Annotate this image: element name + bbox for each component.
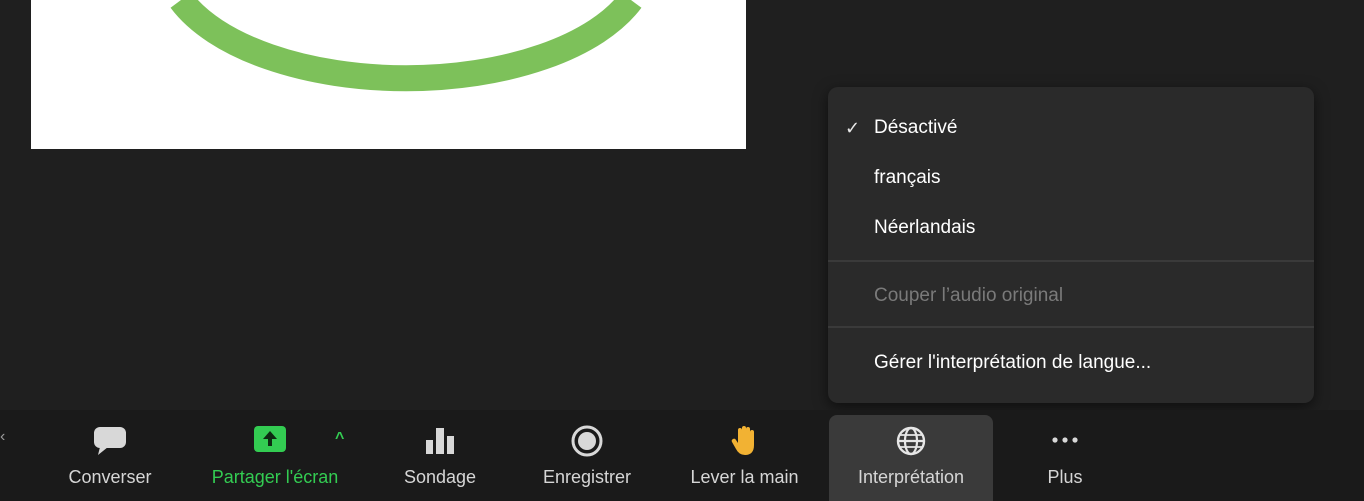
chat-label: Converser xyxy=(68,467,152,487)
record-label: Enregistrer xyxy=(542,467,632,487)
record-icon xyxy=(571,425,603,462)
ellipsis-icon xyxy=(1049,425,1081,460)
toolbar-left-caret-icon[interactable]: ‹ xyxy=(0,428,5,446)
meeting-toolbar: ‹ Converser Partager l'écran ^ Sondage E… xyxy=(0,410,1364,501)
menu-item-label: Désactivé xyxy=(874,117,958,138)
poll-button[interactable]: Sondage xyxy=(385,415,495,501)
menu-item-label: Couper l’audio original xyxy=(874,285,1064,306)
menu-item-label: français xyxy=(874,167,941,188)
chat-button[interactable]: Converser xyxy=(50,415,170,501)
menu-item-dutch[interactable]: Néerlandais xyxy=(828,210,1314,246)
share-options-caret-icon[interactable]: ^ xyxy=(335,430,344,448)
menu-item-off[interactable]: ✓ Désactivé xyxy=(828,110,1314,146)
menu-item-manage-interpretation[interactable]: Gérer l'interprétation de langue... xyxy=(828,345,1314,381)
more-button[interactable]: Plus xyxy=(1015,415,1115,501)
menu-item-label: Gérer l'interprétation de langue... xyxy=(874,352,1152,373)
green-ring-graphic xyxy=(170,0,642,92)
menu-separator xyxy=(828,326,1314,328)
globe-icon xyxy=(895,425,927,462)
menu-item-label: Néerlandais xyxy=(874,217,976,238)
interpretation-menu: ✓ Désactivé français Néerlandais Couper … xyxy=(828,87,1314,403)
checkmark-icon: ✓ xyxy=(845,118,861,138)
raise-hand-button[interactable]: Lever la main xyxy=(672,415,817,501)
raised-hand-icon xyxy=(730,425,760,462)
menu-item-french[interactable]: français xyxy=(828,160,1314,196)
share-screen-arrow-icon xyxy=(253,425,287,458)
poll-label: Sondage xyxy=(403,467,477,487)
bar-chart-icon xyxy=(423,425,457,460)
menu-item-mute-original: Couper l’audio original xyxy=(828,278,1314,314)
meeting-window: ✓ Désactivé français Néerlandais Couper … xyxy=(0,0,1364,501)
interpretation-button[interactable]: Interprétation xyxy=(829,415,993,501)
interpretation-label: Interprétation xyxy=(857,467,965,487)
share-screen-button[interactable]: Partager l'écran xyxy=(180,415,370,501)
raise-hand-label: Lever la main xyxy=(690,467,799,487)
record-button[interactable]: Enregistrer xyxy=(522,415,652,501)
share-screen-label: Partager l'écran xyxy=(211,467,339,487)
menu-separator xyxy=(828,260,1314,262)
more-label: Plus xyxy=(1047,467,1083,487)
shared-screen-view xyxy=(31,0,746,149)
chat-bubble-icon xyxy=(92,425,128,460)
